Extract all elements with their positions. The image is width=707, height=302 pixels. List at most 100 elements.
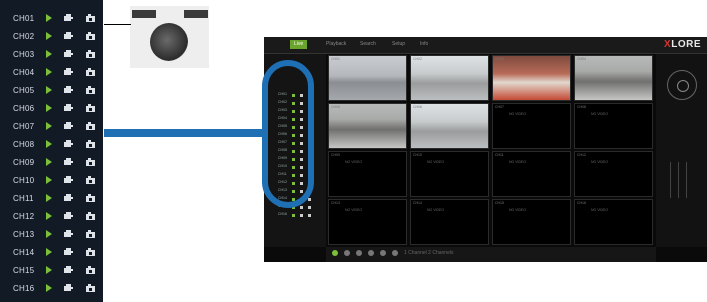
play-icon[interactable] [46, 104, 52, 112]
play-icon[interactable] [46, 194, 52, 202]
play-icon[interactable] [46, 230, 52, 238]
camera-icon[interactable] [64, 266, 73, 273]
record-icon[interactable] [86, 283, 95, 292]
channel-row[interactable]: CH16 [0, 279, 103, 297]
ptz-slider[interactable] [678, 162, 679, 198]
record-icon[interactable] [308, 198, 311, 201]
start-icon[interactable] [332, 250, 338, 256]
camera-icon[interactable] [64, 194, 73, 201]
channel-row[interactable]: CH08 [0, 135, 103, 153]
record-icon[interactable] [86, 49, 95, 58]
camera-icon[interactable] [64, 140, 73, 147]
video-tile[interactable]: CH10 NO VIDEO [410, 151, 489, 197]
camera-icon[interactable] [300, 206, 303, 209]
camera-icon[interactable] [64, 68, 73, 75]
channel-row[interactable]: CH04 [0, 63, 103, 81]
camera-icon[interactable] [300, 214, 303, 217]
mini-channel-row[interactable]: CH16 [278, 212, 328, 219]
camera-icon[interactable] [64, 284, 73, 291]
play-icon[interactable] [46, 14, 52, 22]
video-tile[interactable]: CH16 NO VIDEO [574, 199, 653, 245]
camera-icon[interactable] [64, 212, 73, 219]
play-icon[interactable] [46, 140, 52, 148]
video-tile[interactable]: CH09 NO VIDEO [328, 151, 407, 197]
play-icon[interactable] [46, 284, 52, 292]
play-icon[interactable] [46, 122, 52, 130]
record-icon[interactable] [86, 67, 95, 76]
channel-row[interactable]: CH14 [0, 243, 103, 261]
record-icon[interactable] [308, 214, 311, 217]
channel-row[interactable]: CH10 [0, 171, 103, 189]
ptz-control[interactable] [667, 70, 697, 100]
record-icon[interactable] [86, 175, 95, 184]
play-icon[interactable] [46, 68, 52, 76]
record-icon[interactable] [86, 103, 95, 112]
video-tile[interactable]: CH02 [410, 55, 489, 101]
video-tile[interactable]: CH05 [328, 103, 407, 149]
play-icon[interactable] [46, 50, 52, 58]
video-tile[interactable]: CH06 [410, 103, 489, 149]
toolbar-icon[interactable] [380, 250, 386, 256]
layout-selector[interactable]: 1 Channel 2 Channels [404, 250, 453, 256]
camera-icon[interactable] [64, 86, 73, 93]
tab-info[interactable]: Info [416, 40, 432, 49]
video-tile[interactable]: CH01 [328, 55, 407, 101]
record-icon[interactable] [86, 265, 95, 274]
channel-row[interactable]: CH12 [0, 207, 103, 225]
record-icon[interactable] [86, 31, 95, 40]
record-icon[interactable] [86, 139, 95, 148]
video-tile[interactable]: CH08 NO VIDEO [574, 103, 653, 149]
camera-icon[interactable] [64, 104, 73, 111]
ptz-slider[interactable] [670, 162, 671, 198]
play-icon[interactable] [46, 176, 52, 184]
channel-row[interactable]: CH07 [0, 117, 103, 135]
channel-row[interactable]: CH15 [0, 261, 103, 279]
record-icon[interactable] [86, 121, 95, 130]
video-tile[interactable]: CH03 [492, 55, 571, 101]
video-tile[interactable]: CH14 NO VIDEO [410, 199, 489, 245]
toolbar-icon[interactable] [356, 250, 362, 256]
camera-icon[interactable] [64, 230, 73, 237]
camera-icon[interactable] [64, 14, 73, 21]
tab-setup[interactable]: Setup [388, 40, 409, 49]
video-tile[interactable]: CH13 NO VIDEO [328, 199, 407, 245]
record-icon[interactable] [86, 85, 95, 94]
record-icon[interactable] [86, 229, 95, 238]
video-tile[interactable]: CH04 [574, 55, 653, 101]
record-icon[interactable] [86, 157, 95, 166]
toolbar-icon[interactable] [368, 250, 374, 256]
play-icon[interactable] [46, 158, 52, 166]
play-icon[interactable] [46, 32, 52, 40]
record-icon[interactable] [86, 211, 95, 220]
tab-live[interactable]: Live [290, 40, 308, 49]
play-icon[interactable] [46, 86, 52, 94]
video-tile[interactable]: CH15 NO VIDEO [492, 199, 571, 245]
tab-playback[interactable]: Playback [322, 40, 350, 49]
channel-row[interactable]: CH03 [0, 45, 103, 63]
play-icon[interactable] [46, 266, 52, 274]
record-icon[interactable] [86, 13, 95, 22]
camera-icon[interactable] [64, 158, 73, 165]
ptz-center-button[interactable] [677, 80, 689, 92]
camera-icon[interactable] [64, 50, 73, 57]
camera-icon[interactable] [64, 32, 73, 39]
channel-row[interactable]: CH13 [0, 225, 103, 243]
camera-icon[interactable] [64, 248, 73, 255]
record-icon[interactable] [86, 247, 95, 256]
toolbar-icon[interactable] [344, 250, 350, 256]
channel-row[interactable]: CH01 [0, 9, 103, 27]
ptz-slider[interactable] [686, 162, 687, 198]
channel-row[interactable]: CH02 [0, 27, 103, 45]
video-tile[interactable]: CH07 NO VIDEO [492, 103, 571, 149]
record-icon[interactable] [308, 206, 311, 209]
record-icon[interactable] [86, 193, 95, 202]
channel-row[interactable]: CH11 [0, 189, 103, 207]
camera-icon[interactable] [64, 176, 73, 183]
channel-row[interactable]: CH09 [0, 153, 103, 171]
play-icon[interactable] [46, 248, 52, 256]
video-tile[interactable]: CH12 NO VIDEO [574, 151, 653, 197]
channel-row[interactable]: CH06 [0, 99, 103, 117]
channel-row[interactable]: CH05 [0, 81, 103, 99]
play-icon[interactable] [46, 212, 52, 220]
play-icon[interactable] [292, 214, 295, 217]
